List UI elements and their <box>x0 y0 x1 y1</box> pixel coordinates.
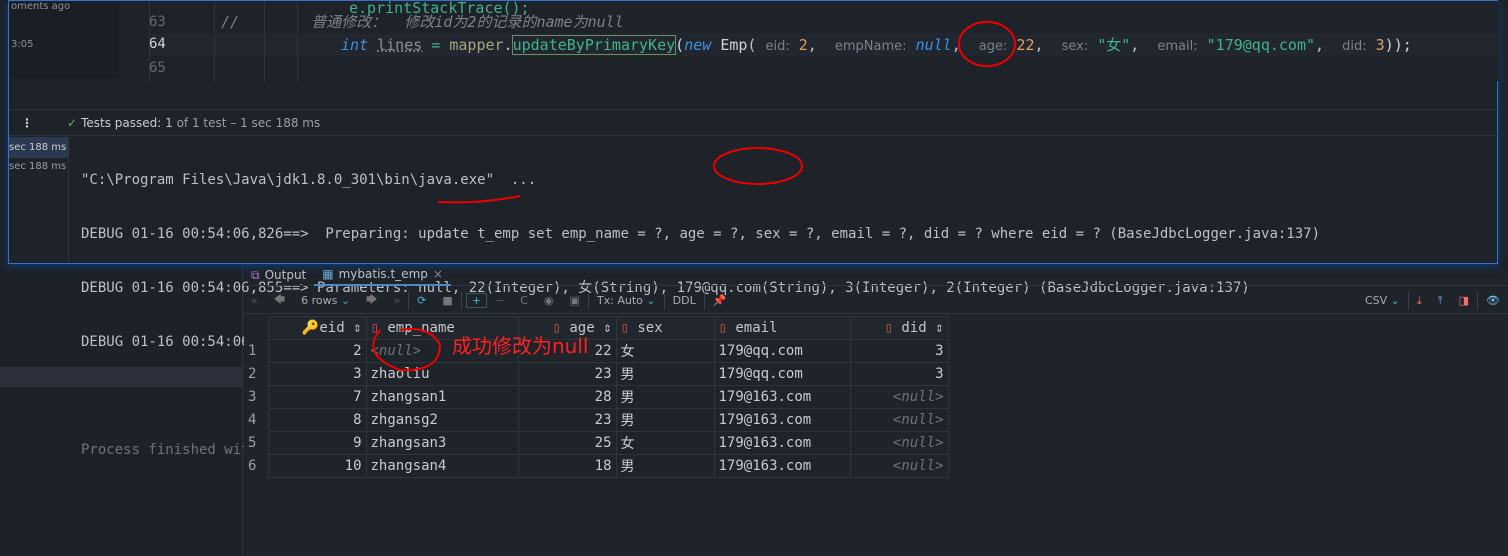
red-annotation-marks <box>372 21 1016 372</box>
